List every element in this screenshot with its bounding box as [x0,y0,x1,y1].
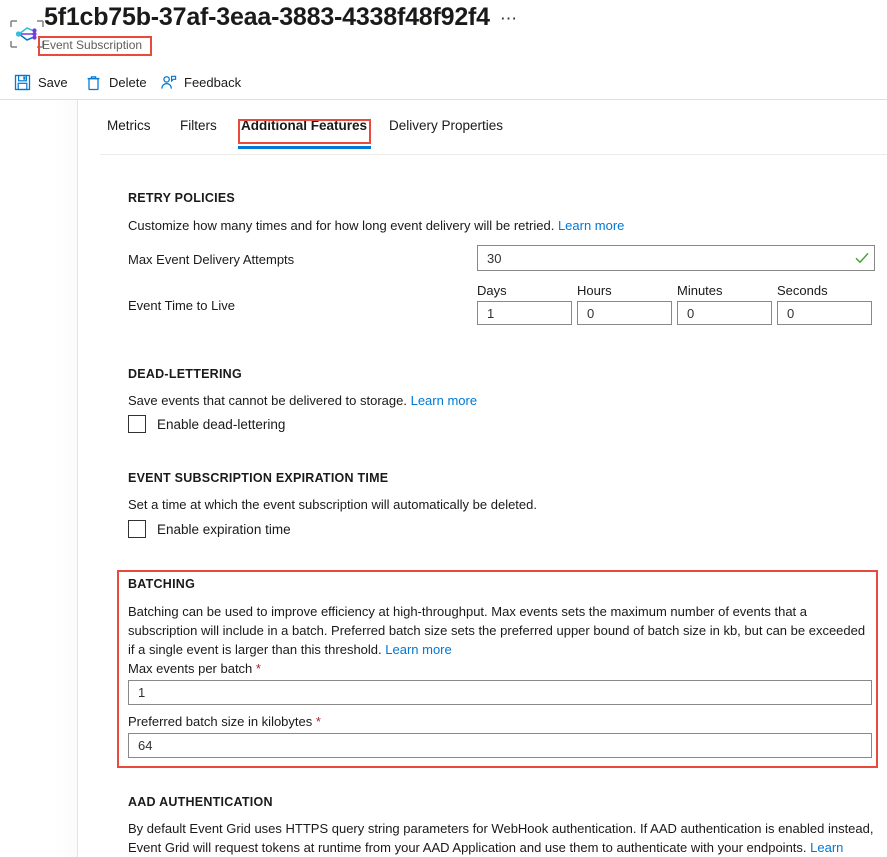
batching-title: BATCHING [128,577,196,591]
command-bar: Save Delete Feedback [0,66,887,98]
enable-expiration-time-row[interactable]: Enable expiration time [128,520,291,538]
preferred-batch-size-label: Preferred batch size in kilobytes * [128,714,321,729]
enable-dead-lettering-label: Enable dead-lettering [157,416,286,432]
aad-authentication-description-text: By default Event Grid uses HTTPS query s… [128,821,874,855]
feedback-button-label: Feedback [184,74,242,90]
more-options-icon[interactable]: ⋯ [500,10,518,27]
header-divider [0,99,887,100]
event-grid-subscription-icon [8,19,46,49]
expiration-time-title: EVENT SUBSCRIPTION EXPIRATION TIME [128,471,389,485]
dead-lettering-title: DEAD-LETTERING [128,367,242,381]
dead-lettering-learn-more-link[interactable]: Learn more [411,393,477,408]
preferred-batch-size-input[interactable]: 64 [128,733,872,758]
save-button[interactable]: Save [14,66,68,98]
ttl-column-seconds: Seconds [777,283,828,298]
delete-button-label: Delete [109,74,147,90]
aad-authentication-description: By default Event Grid uses HTTPS query s… [128,819,876,857]
feedback-button[interactable]: Feedback [160,66,241,98]
batching-description-text: Batching can be used to improve efficien… [128,604,866,657]
enable-dead-lettering-checkbox[interactable] [128,415,146,433]
max-events-per-batch-value: 1 [138,685,146,700]
retry-policies-title: RETRY POLICIES [128,191,235,205]
max-events-per-batch-required-asterisk: * [255,661,261,676]
expiration-time-description: Set a time at which the event subscripti… [128,497,537,512]
max-event-delivery-attempts-input[interactable]: 30 [477,245,875,271]
delete-button[interactable]: Delete [85,66,147,98]
tab-metrics[interactable]: Metrics [107,118,151,133]
batching-learn-more-link[interactable]: Learn more [385,642,451,657]
event-time-to-live-label: Event Time to Live [128,298,235,313]
retry-policies-description-text: Customize how many times and for how lon… [128,218,555,233]
tab-additional-features[interactable]: Additional Features [241,118,367,133]
tab-strip-divider [100,154,887,155]
valid-check-icon [855,252,869,267]
ttl-hours-input[interactable]: 0 [577,301,672,325]
max-events-per-batch-input[interactable]: 1 [128,680,872,705]
page-title: 5f1cb75b-37af-3eaa-3883-4338f48f92f4 [44,3,490,31]
dead-lettering-description-text: Save events that cannot be delivered to … [128,393,407,408]
max-event-delivery-attempts-label: Max Event Delivery Attempts [128,252,295,267]
ttl-hours-value: 0 [587,305,595,321]
azure-portal-blade: 5f1cb75b-37af-3eaa-3883-4338f48f92f4 ⋯ E… [0,0,887,857]
save-icon [14,74,31,91]
batching-description: Batching can be used to improve efficien… [128,602,870,659]
blade-left-divider [77,100,78,857]
ttl-seconds-input[interactable]: 0 [777,301,872,325]
tab-selected-underline [238,146,371,149]
resource-type-subtitle: Event Subscription [42,38,143,52]
enable-expiration-time-checkbox[interactable] [128,520,146,538]
ttl-days-input[interactable]: 1 [477,301,572,325]
retry-policies-learn-more-link[interactable]: Learn more [558,218,624,233]
preferred-batch-size-label-text: Preferred batch size in kilobytes [128,714,313,729]
ttl-days-value: 1 [487,305,495,321]
preferred-batch-size-value: 64 [138,738,153,753]
enable-dead-lettering-row[interactable]: Enable dead-lettering [128,415,285,433]
blade-left-gutter [0,100,77,857]
ttl-column-days: Days [477,283,507,298]
ttl-seconds-value: 0 [787,305,795,321]
tab-delivery-properties[interactable]: Delivery Properties [389,118,503,133]
ttl-minutes-value: 0 [687,305,695,321]
blade-header: 5f1cb75b-37af-3eaa-3883-4338f48f92f4 ⋯ E… [0,0,887,62]
enable-expiration-time-label: Enable expiration time [157,521,291,537]
feedback-person-icon [160,74,177,91]
save-button-label: Save [38,74,68,90]
aad-authentication-title: AAD AUTHENTICATION [128,795,273,809]
max-event-delivery-attempts-value: 30 [487,250,502,266]
ttl-column-hours: Hours [577,283,612,298]
tab-filters[interactable]: Filters [180,118,217,133]
trash-icon [85,74,102,91]
retry-policies-description: Customize how many times and for how lon… [128,216,828,235]
max-events-per-batch-label-text: Max events per batch [128,661,253,676]
ttl-minutes-input[interactable]: 0 [677,301,772,325]
dead-lettering-description: Save events that cannot be delivered to … [128,391,828,410]
preferred-batch-size-required-asterisk: * [315,714,321,729]
ttl-column-minutes: Minutes [677,283,723,298]
max-events-per-batch-label: Max events per batch * [128,661,261,676]
